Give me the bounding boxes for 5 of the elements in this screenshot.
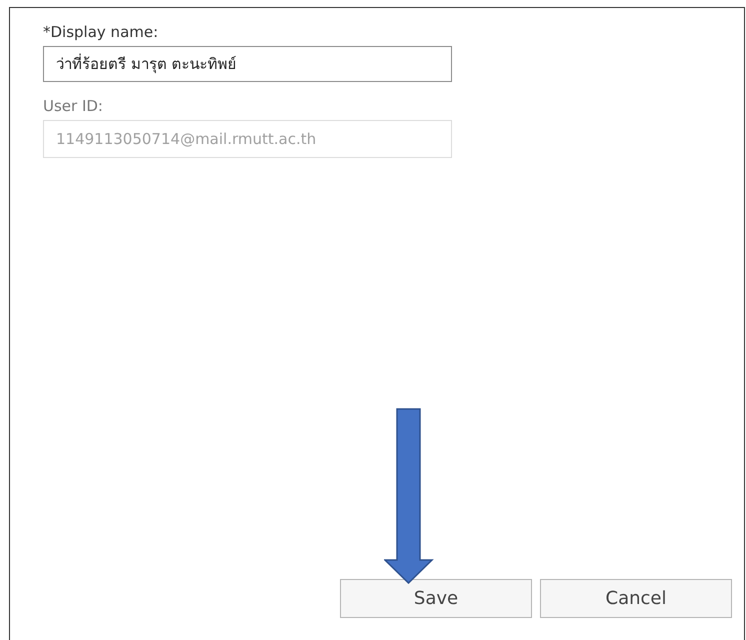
cancel-button[interactable]: Cancel [540,579,732,618]
field-label: User ID: [43,96,104,116]
input-field[interactable]: ว่าที่ร้อยตรี มารุต ตะนะทิพย์ [43,46,452,82]
save-button[interactable]: Save [340,579,532,618]
field-label: *Display name: [43,22,160,42]
